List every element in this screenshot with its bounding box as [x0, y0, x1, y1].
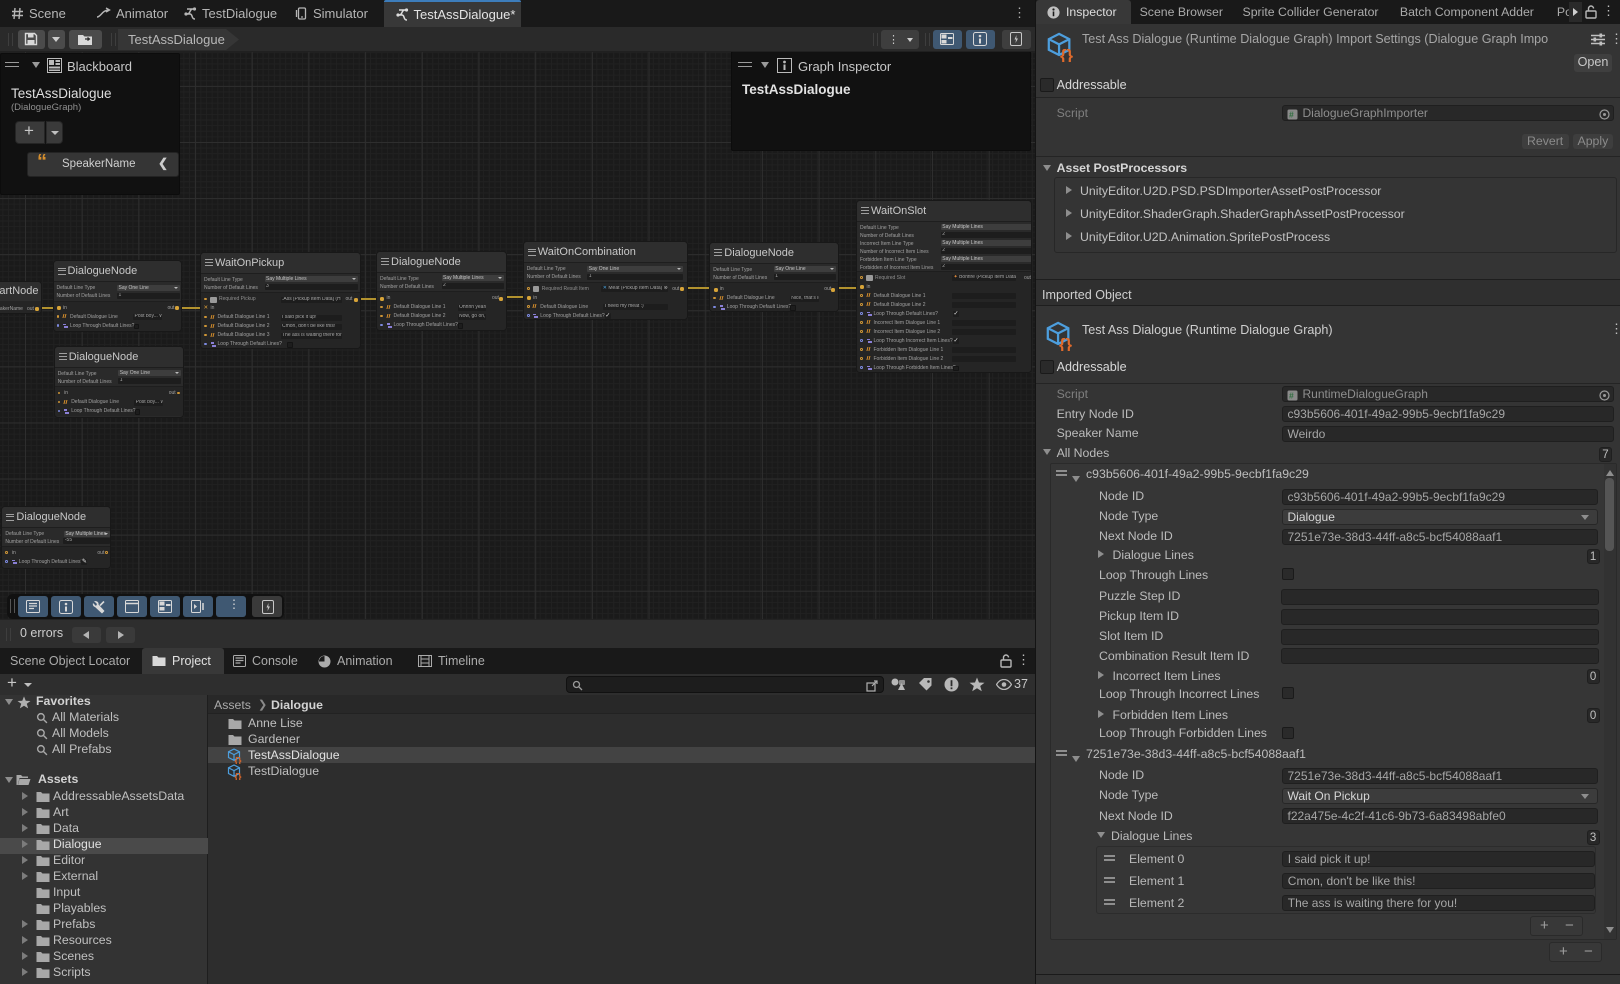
svg-text:#: #	[1289, 390, 1294, 400]
svg-text:#: #	[1289, 109, 1294, 119]
